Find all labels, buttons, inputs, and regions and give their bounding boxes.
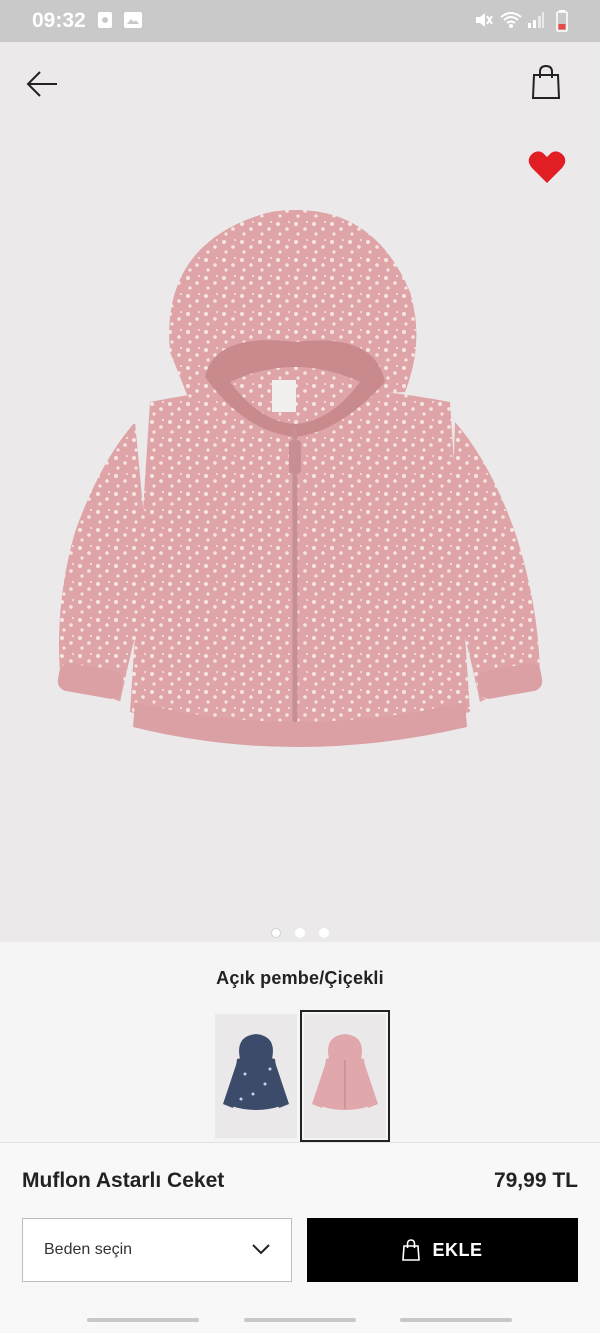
status-time: 09:32 <box>32 9 86 32</box>
pagination-dot-1[interactable] <box>271 928 281 938</box>
color-name: Açık pembe/Çiçekli <box>216 968 384 988</box>
pink-jacket-thumbnail <box>304 1014 386 1138</box>
bag-icon <box>402 1239 421 1261</box>
gallery-notification-icon <box>123 11 143 34</box>
wifi-icon <box>500 11 522 34</box>
size-select-label: Beden seçin <box>44 1241 133 1258</box>
color-swatch-navy[interactable] <box>215 1014 297 1138</box>
color-swatch-pink[interactable] <box>300 1010 390 1142</box>
nav-gesture-center <box>244 1318 356 1322</box>
add-to-bag-button[interactable]: EKLE <box>307 1218 578 1282</box>
heart-icon <box>528 151 566 183</box>
product-price: 79,99 TL <box>493 1169 578 1192</box>
size-select[interactable]: Beden seçin <box>22 1218 292 1282</box>
back-arrow-icon <box>26 71 57 97</box>
product-image-gallery[interactable] <box>0 42 600 942</box>
product-name: Muflon Astarlı Ceket <box>22 1169 225 1192</box>
purchase-panel: Muflon Astarlı Ceket 79,99 TL Beden seçi… <box>0 1142 600 1333</box>
notification-icon <box>97 11 113 34</box>
shopping-bag-button[interactable] <box>524 60 568 104</box>
navy-jacket-thumbnail <box>215 1014 297 1138</box>
chevron-down-icon <box>251 1242 271 1261</box>
nav-gesture-right <box>400 1318 512 1322</box>
pagination-dot-3[interactable] <box>319 928 329 938</box>
battery-icon <box>556 10 568 37</box>
favorite-button[interactable] <box>524 144 570 190</box>
shopping-bag-icon <box>531 64 561 99</box>
back-button[interactable] <box>20 62 64 106</box>
signal-icon <box>527 11 545 34</box>
mute-icon <box>474 11 494 34</box>
add-to-bag-label: EKLE <box>432 1239 483 1260</box>
status-bar: 09:32 <box>0 0 600 42</box>
image-pagination <box>0 928 600 938</box>
pagination-dot-2[interactable] <box>295 928 305 938</box>
nav-gesture-left <box>87 1318 199 1322</box>
jacket-product-image <box>57 209 543 747</box>
color-variants-section: Açık pembe/Çiçekli <box>0 942 600 1142</box>
